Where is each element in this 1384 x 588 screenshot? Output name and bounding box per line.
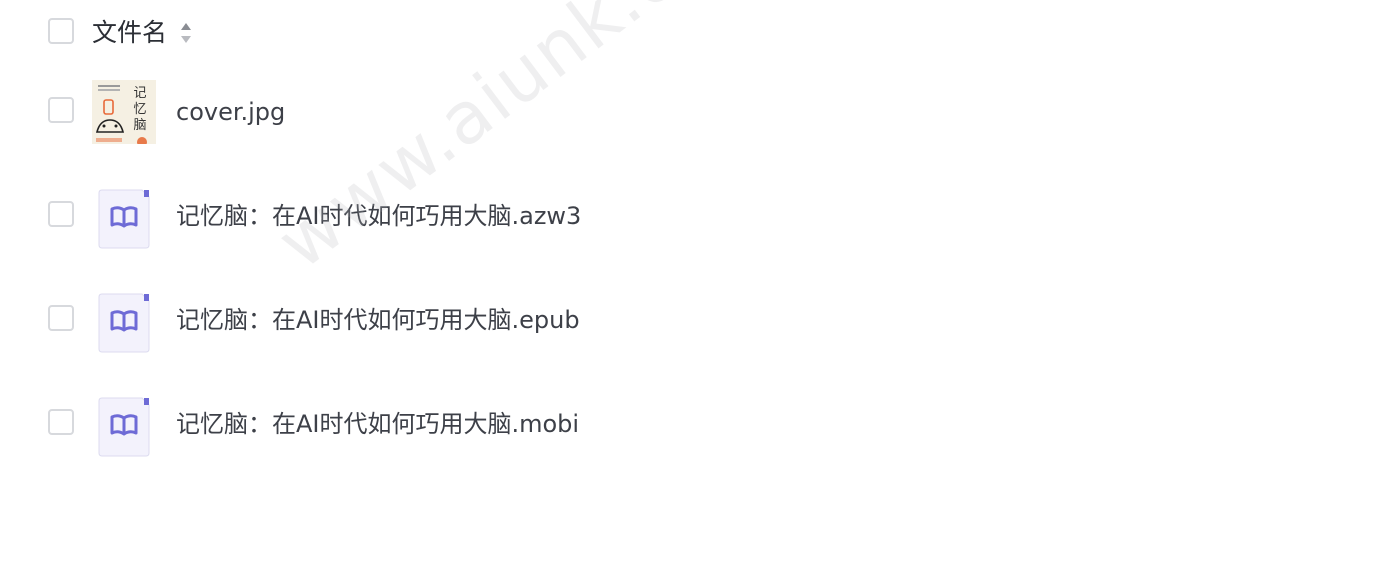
thumb-char: 忆 <box>133 101 146 117</box>
image-thumbnail[interactable]: 记 忆 脑 <box>92 80 156 144</box>
thumb-char: 脑 <box>133 118 146 133</box>
file-name[interactable]: cover.jpg <box>176 96 285 128</box>
select-all-checkbox[interactable] <box>48 18 74 44</box>
book-file-icon[interactable] <box>98 397 150 457</box>
file-name[interactable]: 记忆脑：在AI时代如何巧用大脑.azw3 <box>176 200 581 232</box>
column-title-filename[interactable]: 文件名 <box>92 17 167 49</box>
file-row[interactable]: 记 忆 脑 cover.jpg <box>0 60 1384 164</box>
file-row[interactable]: 记忆脑：在AI时代如何巧用大脑.mobi <box>0 372 1384 476</box>
sort-icon[interactable] <box>179 21 193 45</box>
row-checkbox[interactable] <box>48 409 74 435</box>
row-checkbox[interactable] <box>48 97 74 123</box>
file-row[interactable]: 记忆脑：在AI时代如何巧用大脑.azw3 <box>0 164 1384 268</box>
file-row[interactable]: 记忆脑：在AI时代如何巧用大脑.epub <box>0 268 1384 372</box>
book-file-icon[interactable] <box>98 189 150 249</box>
row-checkbox[interactable] <box>48 305 74 331</box>
list-header: 文件名 <box>0 0 1384 66</box>
file-name[interactable]: 记忆脑：在AI时代如何巧用大脑.epub <box>176 304 580 336</box>
thumb-char: 记 <box>133 86 146 101</box>
file-name[interactable]: 记忆脑：在AI时代如何巧用大脑.mobi <box>176 408 579 440</box>
row-checkbox[interactable] <box>48 201 74 227</box>
book-file-icon[interactable] <box>98 293 150 353</box>
